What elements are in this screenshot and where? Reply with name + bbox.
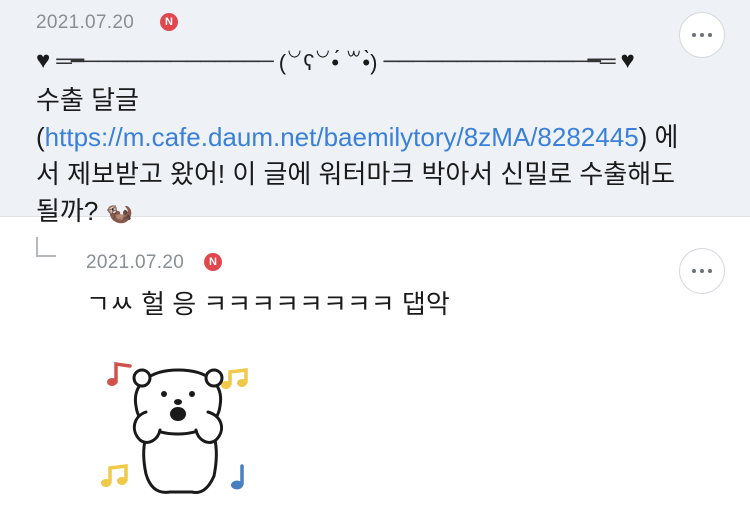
deco-face: (꒡ʕ꒡•́ ꒳•̀) [278, 49, 378, 75]
music-note-red-icon [107, 361, 132, 386]
comment-date: 2021.07.20 [36, 12, 135, 33]
music-note-blue-icon [231, 464, 244, 490]
reply-more-button[interactable] [679, 248, 725, 294]
dot-icon [708, 33, 712, 37]
reply-body: ㄱㅆ 헐 응 ㅋㅋㅋㅋㅋㅋㅋㅋ 댑악 [86, 289, 450, 319]
dot-icon [708, 269, 712, 273]
comment-body: 수출 달글 (https://m.cafe.daum.net/baemilyto… [36, 82, 696, 231]
heart-icon: ♥ [36, 47, 51, 74]
heart-icon: ♥ [620, 47, 635, 74]
music-note-yellow-icon [101, 464, 128, 487]
comment-more-button[interactable] [679, 12, 725, 58]
reply-arrow-icon [36, 237, 56, 257]
bear-body [132, 368, 224, 494]
new-badge: N [204, 253, 222, 271]
music-note-yellow-icon [221, 368, 248, 389]
new-badge: N [160, 13, 178, 31]
dancing-bear-sticker [101, 361, 248, 494]
deco-line-left: ═━───────────── [56, 48, 273, 73]
decorative-line: ♥ ═━───────────── (꒡ʕ꒡•́ ꒳•̀) ──────────… [36, 44, 635, 78]
reply-date: 2021.07.20 [86, 252, 185, 273]
dot-icon [700, 33, 704, 37]
dot-icon [692, 33, 696, 37]
deco-line-right: ──────────────━═ [383, 48, 615, 73]
comment-original: 2021.07.20 N ♥ ═━───────────── (꒡ʕ꒡•́ ꒳•… [0, 0, 750, 226]
cafe-link[interactable]: https://m.cafe.daum.net/baemilytory/8zMA… [45, 122, 639, 152]
dot-icon [692, 269, 696, 273]
dot-icon [700, 269, 704, 273]
otter-emoji: 🦦 [105, 200, 133, 225]
